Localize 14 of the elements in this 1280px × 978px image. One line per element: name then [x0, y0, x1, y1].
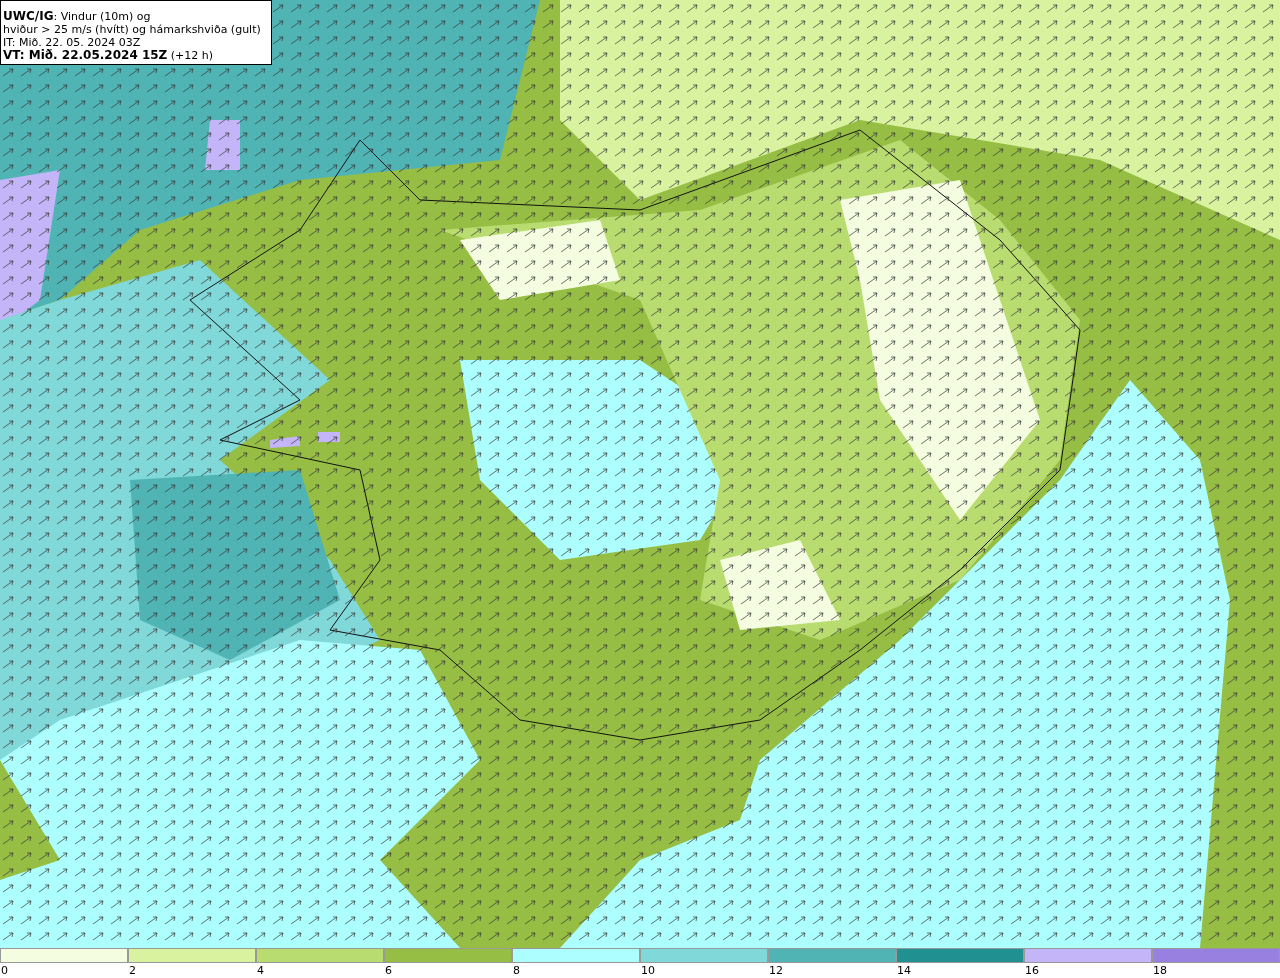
legend-label: 4: [257, 964, 264, 977]
legend-label: 18: [1153, 964, 1167, 977]
title-line: IT: Mið. 22. 05. 2024 03Z: [3, 36, 142, 49]
legend-label: 2: [129, 964, 136, 977]
legend-label: 10: [641, 964, 655, 977]
legend-label: 14: [897, 964, 911, 977]
legend-label: 12: [769, 964, 783, 977]
legend-label: 8: [513, 964, 520, 977]
title-line: hviður > 25 m/s (hvítt) og hámarkshviða (gult): [3, 23, 261, 36]
legend-label: 0: [1, 964, 8, 977]
title-line: UWC/IG: Vindur (10m) og: [3, 10, 152, 23]
legend-label: 6: [385, 964, 392, 977]
title-line: VT: Mið. 22.05.2024 15Z (+12 h): [3, 49, 215, 62]
legend-label: 16: [1025, 964, 1039, 977]
